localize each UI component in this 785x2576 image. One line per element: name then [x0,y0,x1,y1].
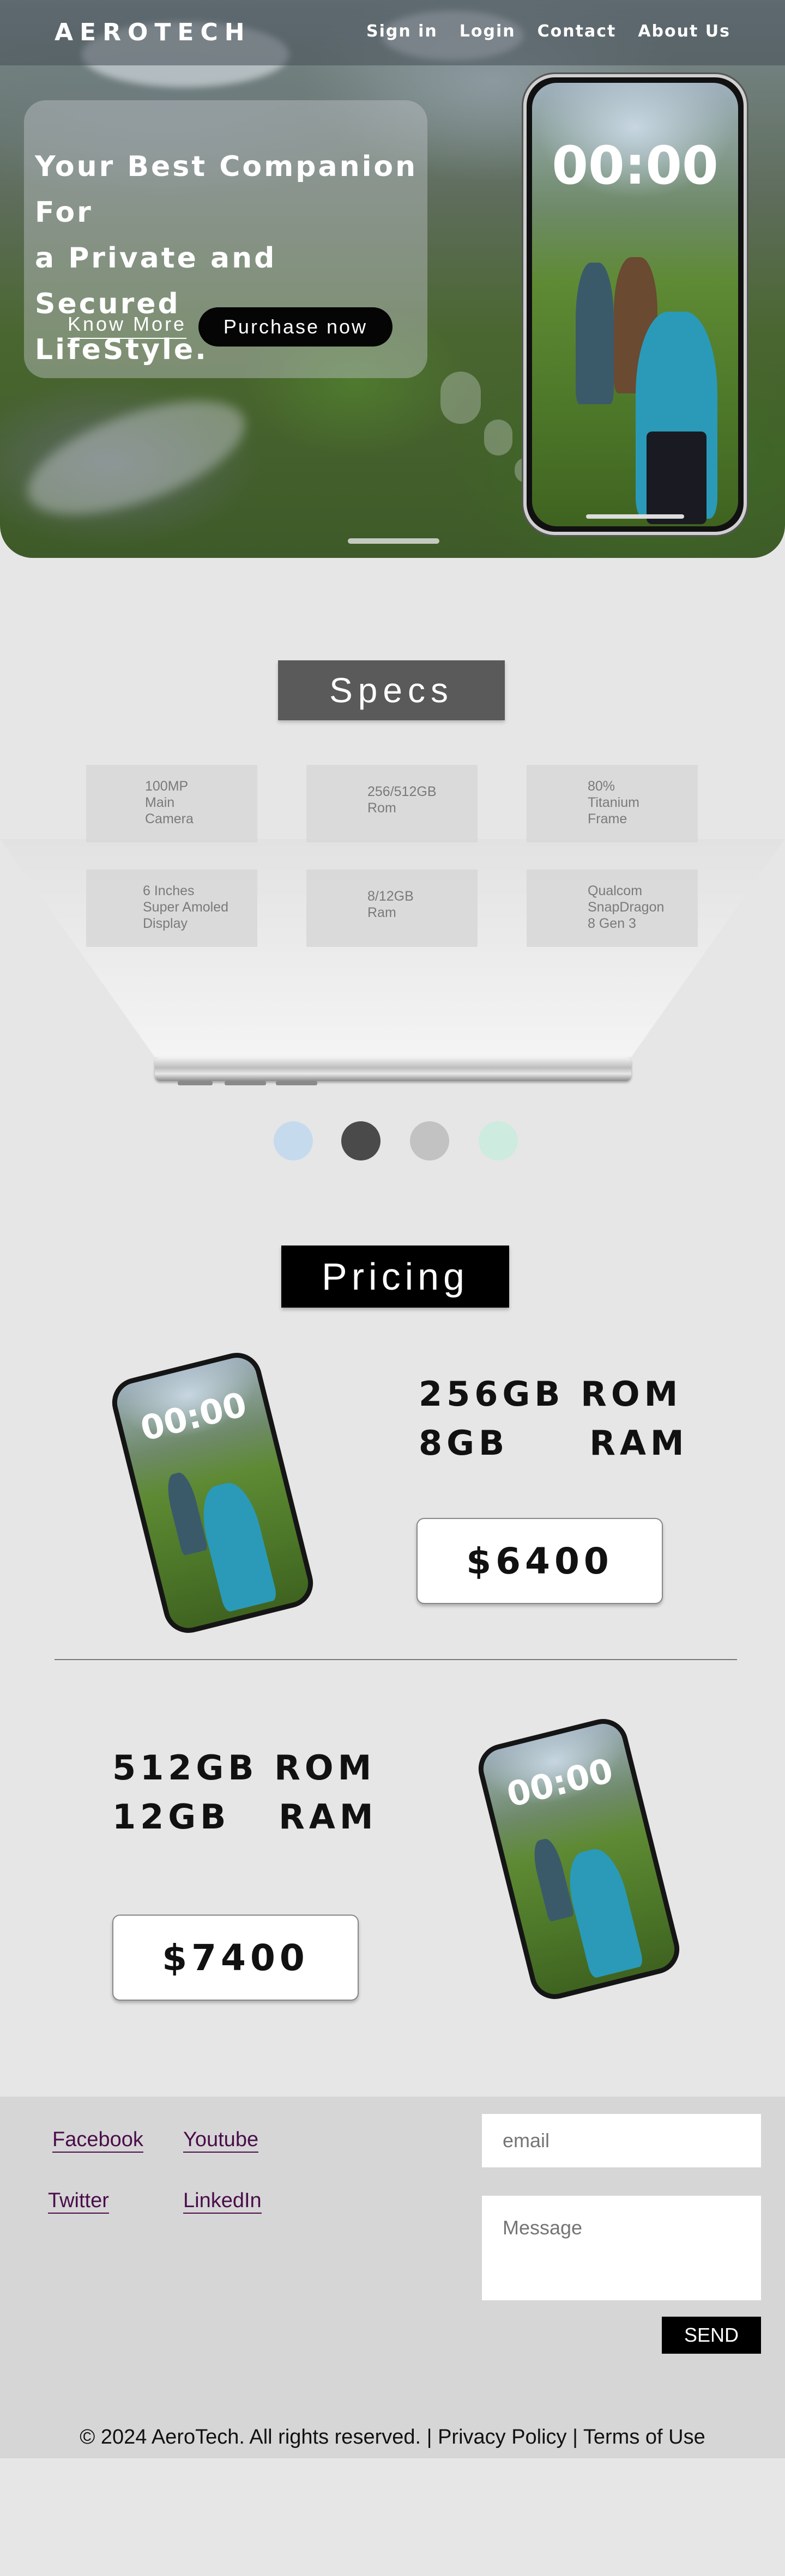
hero-background-river [14,378,259,538]
phone-side-button [276,1081,317,1085]
footer-legal: © 2024 AeroTech. All rights reserved. | … [0,2426,785,2449]
specs-title: Specs [278,660,505,720]
email-field[interactable] [482,2114,761,2167]
social-link-twitter[interactable]: Twitter [48,2189,109,2214]
color-swatch-dark-gray[interactable] [341,1121,381,1161]
color-swatch-mint[interactable] [479,1121,518,1161]
phone-side-button [178,1081,213,1085]
pricing-divider [55,1659,737,1660]
privacy-policy-link[interactable]: Privacy Policy [438,2426,567,2449]
spec-rom: 256/512GB Rom [306,765,478,842]
spec-ram: 8/12GB Ram [306,870,478,947]
hero-phone-mockup: 00:00 [523,74,747,535]
phone-clock: 00:00 [552,135,718,196]
social-link-youtube[interactable]: Youtube [183,2128,259,2153]
plan-256-spec: 256GB ROM 8GB RAM [419,1374,689,1463]
know-more-link[interactable]: Know More [68,313,187,339]
nav-about-us[interactable]: About Us [638,22,730,41]
send-button[interactable]: SEND [662,2317,761,2354]
nav-sign-in[interactable]: Sign in [366,22,438,41]
hiker-figure [576,263,614,404]
copyright-text: © 2024 AeroTech. All rights reserved. [80,2426,421,2449]
separator: | [426,2426,432,2449]
phone-home-bar [586,514,684,519]
hero-carousel-indicator[interactable] [348,538,439,544]
separator: | [572,2426,578,2449]
phone-side-button [225,1081,266,1085]
nav-contact[interactable]: Contact [538,22,617,41]
social-link-linkedin[interactable]: LinkedIn [183,2189,262,2214]
logo[interactable]: AEROTECH [55,19,251,46]
hiker-figure [529,1836,575,1922]
spec-camera: 100MP Main Camera [86,765,257,842]
pricing-phone-image: 00:00 [473,1714,685,2004]
hero-card: Your Best Companion For a Private and Se… [24,100,427,378]
decor-bubble [440,372,481,424]
message-field[interactable] [482,2196,761,2300]
terms-of-use-link[interactable]: Terms of Use [583,2426,705,2449]
phone-side-profile [155,1057,631,1081]
phone-screen: 00:00 [532,83,738,526]
nav-login[interactable]: Login [460,22,516,41]
hero-section: AEROTECH Sign in Login Contact About Us … [0,0,785,558]
hiker-figure [647,432,706,524]
social-link-facebook[interactable]: Facebook [52,2128,143,2153]
spec-frame: 80% Titanium Frame [527,765,698,842]
spec-display: 6 Inches Super Amoled Display [86,870,257,947]
nav-links: Sign in Login Contact About Us [366,22,730,41]
hero-headline-line: Your Best Companion For [35,150,418,229]
pricing-phone-image: 00:00 [107,1347,318,1638]
hiker-figure [561,1844,644,1979]
page: AEROTECH Sign in Login Contact About Us … [0,0,785,2576]
color-swatch-silver[interactable] [410,1121,449,1161]
top-nav: AEROTECH Sign in Login Contact About Us [0,0,785,65]
spec-processor: Qualcom SnapDragon 8 Gen 3 [527,870,698,947]
color-swatch-light-blue[interactable] [274,1121,313,1161]
plan-512-spec: 512GB ROM 12GB RAM [112,1748,378,1837]
decor-bubble [484,420,512,455]
plan-256-price-button[interactable]: $6400 [416,1518,663,1604]
pricing-title: Pricing [281,1246,509,1308]
plan-512-price-button[interactable]: $7400 [112,1915,359,2001]
hiker-figure [195,1478,278,1613]
hiker-figure [163,1470,208,1556]
purchase-now-button[interactable]: Purchase now [198,307,392,347]
